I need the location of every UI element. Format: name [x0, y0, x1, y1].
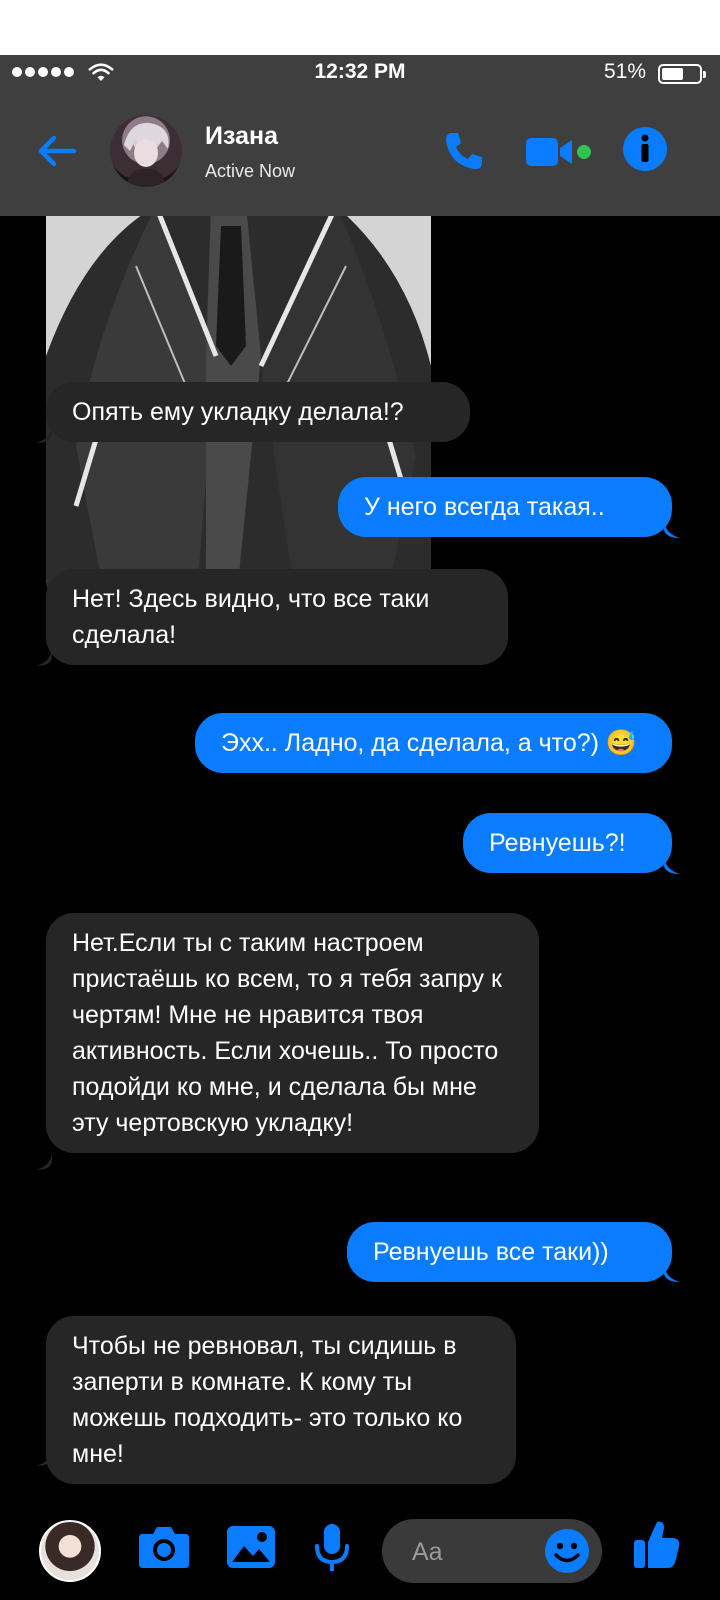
- message-incoming[interactable]: Чтобы не ревновал, ты сидишь в заперти в…: [46, 1316, 516, 1484]
- contact-name[interactable]: Изана: [205, 122, 278, 151]
- top-strip: [0, 0, 720, 55]
- bubble-tail: [664, 1266, 680, 1282]
- bubble-tail: [36, 1154, 52, 1170]
- bubble-tail: [36, 1450, 52, 1466]
- composer-bar: [0, 1500, 720, 1600]
- message-outgoing[interactable]: Эхх.. Ладно, да сделала, а что?) 😅: [195, 713, 672, 773]
- microphone-icon[interactable]: [314, 1524, 350, 1574]
- bubble-tail: [664, 858, 680, 874]
- contact-status: Active Now: [205, 161, 296, 181]
- battery-icon: [658, 64, 706, 84]
- bubble-tail: [36, 427, 52, 443]
- message-incoming[interactable]: Опять ему укладку делала!?: [46, 382, 470, 442]
- phone-icon[interactable]: [442, 129, 486, 173]
- message-outgoing[interactable]: У него всегда такая..: [338, 477, 672, 537]
- video-icon[interactable]: [526, 135, 594, 169]
- thumbs-up-icon[interactable]: [634, 1518, 680, 1570]
- back-arrow-icon[interactable]: [32, 127, 80, 175]
- bubble-tail: [36, 650, 52, 666]
- bubble-tail: [664, 522, 680, 538]
- avatar-illustration: [124, 122, 169, 187]
- info-icon[interactable]: [622, 126, 668, 172]
- chat-header: 12:32 PM 51% Изана Active Now: [0, 55, 720, 216]
- message-outgoing[interactable]: Ревнуешь все таки)): [347, 1222, 672, 1282]
- message-list[interactable]: Опять ему укладку делала!? У него всегда…: [0, 216, 720, 1496]
- message-outgoing[interactable]: Ревнуешь?!: [463, 813, 672, 873]
- message-composer: [382, 1519, 602, 1583]
- camera-icon[interactable]: [138, 1524, 190, 1570]
- battery-percent: 51%: [603, 60, 646, 83]
- image-icon[interactable]: [226, 1524, 276, 1570]
- emoji-icon[interactable]: [544, 1528, 590, 1574]
- contact-avatar[interactable]: [110, 115, 182, 187]
- message-input[interactable]: [410, 1533, 544, 1571]
- user-avatar[interactable]: [39, 1520, 101, 1582]
- message-incoming[interactable]: Нет.Если ты с таким настроем пристаёшь к…: [46, 913, 539, 1153]
- status-bar: 12:32 PM 51%: [0, 55, 720, 91]
- message-incoming[interactable]: Нет! Здесь видно, что все таки сделала!: [46, 569, 508, 665]
